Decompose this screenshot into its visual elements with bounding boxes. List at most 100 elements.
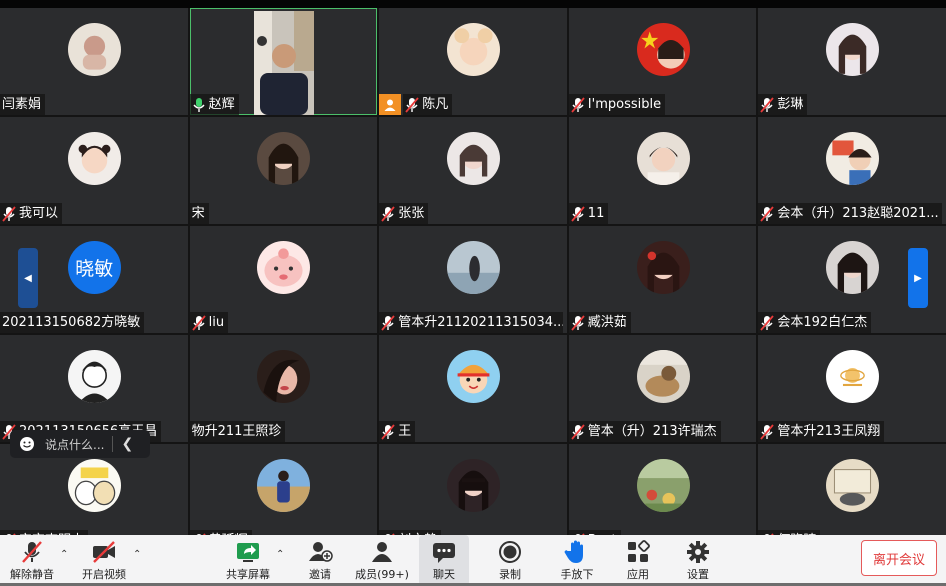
audio-options-chevron-icon[interactable]: ⌃ — [60, 549, 70, 560]
avatar — [826, 23, 880, 76]
participant-name: 管本升21120211315034... — [379, 312, 564, 333]
meeting-toolbar: 解除静音 ⌃ 开启视频 ⌃ 共享屏幕 ⌃ 邀请 成员(99+) 聊天 录制 手放… — [0, 535, 946, 586]
apps-button[interactable]: 应用 — [616, 535, 660, 586]
mic-muted-icon — [571, 205, 585, 222]
settings-button[interactable]: 设置 — [676, 535, 720, 586]
avatar — [636, 132, 690, 185]
participant-name: 王 — [379, 421, 416, 442]
mic-muted-icon — [381, 205, 395, 222]
participant-name: 管本（升）213许瑞杰 — [568, 421, 721, 442]
participant-name: 202113150682方晓敏 — [0, 312, 145, 333]
lower-hand-button[interactable]: 手放下 — [554, 535, 600, 586]
invite-button[interactable]: 邀请 — [297, 535, 343, 586]
add-user-icon — [307, 539, 333, 565]
avatar — [257, 241, 311, 294]
participant-tile[interactable]: 王 — [379, 335, 567, 442]
previous-page-button[interactable]: ◀ — [18, 248, 38, 308]
participant-tile[interactable]: 管本（升）213许瑞杰 — [568, 335, 757, 442]
participant-tile[interactable]: 管本升213王凤翔 — [758, 335, 946, 442]
avatar-initials: 晓敏 — [67, 241, 121, 294]
participant-tile[interactable]: I'mpossible — [568, 8, 757, 115]
avatar — [636, 241, 690, 294]
chat-placeholder: 说点什么... — [45, 437, 105, 452]
video-options-chevron-icon[interactable]: ⌃ — [133, 549, 143, 560]
participant-name: 赵辉 — [189, 94, 239, 115]
next-page-button[interactable]: ▶ — [908, 248, 928, 308]
participant-tile[interactable]: 闫素娟 — [0, 8, 188, 115]
participant-tile[interactable]: 彭琳 — [758, 8, 946, 115]
apps-icon — [625, 539, 651, 565]
quick-chat-input[interactable]: 说点什么... ❮ — [10, 430, 150, 458]
members-button[interactable]: 成员(99+) — [352, 535, 412, 586]
participant-tile[interactable]: 11 — [568, 117, 757, 224]
avatar — [67, 132, 121, 185]
participant-tile[interactable]: 张张 — [379, 117, 567, 224]
avatar — [826, 350, 880, 403]
participant-tile[interactable]: 宋 — [189, 117, 378, 224]
participant-name: 彭琳 — [758, 94, 808, 115]
start-video-button[interactable]: 开启视频 — [78, 535, 130, 586]
participant-tile-active-speaker[interactable]: 赵辉 — [189, 8, 378, 115]
mic-muted-icon — [760, 423, 775, 440]
share-screen-button[interactable]: 共享屏幕 — [222, 535, 274, 586]
share-screen-icon — [235, 539, 261, 565]
share-options-chevron-icon[interactable]: ⌃ — [276, 549, 286, 560]
avatar — [257, 459, 311, 512]
avatar — [446, 459, 500, 512]
unmute-button[interactable]: 解除静音 — [6, 535, 58, 586]
mic-muted-icon — [571, 314, 585, 331]
mic-muted-icon — [19, 539, 45, 565]
mic-muted-icon — [405, 96, 419, 113]
mic-on-icon — [192, 97, 206, 113]
participant-tile[interactable]: 202113150656高玉昌 — [0, 335, 188, 442]
participant-name: 11 — [568, 203, 609, 224]
mic-muted-icon — [191, 314, 206, 331]
collapse-chat-icon[interactable]: ❮ — [121, 436, 133, 452]
participant-tile[interactable]: 臧洪茹 — [568, 226, 757, 333]
mic-muted-icon — [381, 314, 395, 331]
avatar — [636, 23, 690, 76]
participant-tile[interactable]: 管本升21120211315034... — [379, 226, 567, 333]
participant-tile[interactable]: 物升211王照珍 — [189, 335, 378, 442]
leave-meeting-button[interactable]: 离开会议 — [861, 540, 937, 576]
smile-icon — [20, 437, 34, 451]
chevron-right-icon: ▶ — [914, 272, 922, 284]
participant-name: 管本升213王凤翔 — [758, 421, 885, 442]
avatar — [446, 132, 500, 185]
participant-tile[interactable]: 会本（升）213赵聪2021... — [758, 117, 946, 224]
video-off-icon — [91, 539, 117, 565]
participant-tile[interactable]: 我可以 — [0, 117, 188, 224]
participant-tile[interactable]: liu — [189, 226, 378, 333]
avatar — [67, 23, 121, 76]
divider — [112, 436, 114, 452]
chevron-left-icon: ◀ — [24, 272, 32, 284]
avatar — [826, 132, 880, 185]
participant-name: 陈凡 — [403, 94, 453, 115]
mic-muted-icon — [760, 205, 775, 222]
avatar — [257, 132, 311, 185]
participant-name: 臧洪茹 — [568, 312, 631, 333]
hand-icon — [564, 539, 590, 565]
participant-name: 宋 — [189, 203, 209, 224]
record-button[interactable]: 录制 — [488, 535, 532, 586]
host-badge-icon — [379, 94, 402, 115]
avatar — [826, 459, 880, 512]
record-icon — [497, 539, 523, 565]
chat-button[interactable]: 聊天 — [419, 535, 469, 586]
mic-muted-icon — [760, 314, 775, 331]
participant-tile[interactable]: 陈凡 — [379, 8, 567, 115]
avatar — [446, 23, 500, 76]
gear-icon — [685, 539, 711, 565]
participant-name: 会本192白仁杰 — [758, 312, 872, 333]
mic-muted-icon — [571, 423, 585, 440]
participant-name: 会本（升）213赵聪2021... — [758, 203, 943, 224]
avatar — [826, 241, 880, 294]
members-icon — [369, 539, 395, 565]
avatar — [67, 459, 121, 512]
avatar — [257, 350, 311, 403]
mic-muted-icon — [571, 96, 585, 113]
avatar — [67, 350, 121, 403]
avatar — [636, 350, 690, 403]
participant-name: 物升211王照珍 — [189, 421, 286, 442]
avatar — [636, 459, 690, 512]
